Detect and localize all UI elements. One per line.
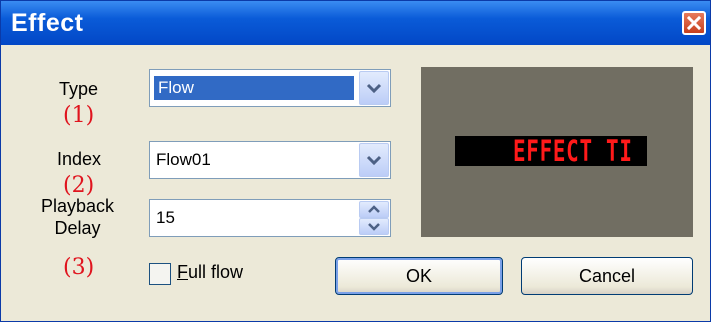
- playback-delay-spinner[interactable]: 15: [149, 199, 391, 237]
- chevron-down-icon: [366, 155, 382, 166]
- index-dropdown-button[interactable]: [359, 143, 389, 177]
- full-flow-label-rest: ull flow: [188, 262, 244, 282]
- index-dropdown[interactable]: Flow01: [149, 141, 391, 179]
- full-flow-checkbox[interactable]: [149, 263, 171, 285]
- playback-delay-label-line2: Delay: [54, 218, 101, 238]
- type-dropdown[interactable]: Flow: [149, 69, 391, 107]
- full-flow-mnemonic: F: [177, 262, 188, 282]
- close-icon: [686, 15, 702, 31]
- full-flow-label[interactable]: Full flow: [177, 262, 243, 283]
- playback-delay-label: Playback Delay: [41, 195, 114, 239]
- ok-button[interactable]: OK: [335, 257, 503, 295]
- index-label: Index: [57, 149, 102, 169]
- title-bar[interactable]: Effect: [1, 1, 710, 45]
- close-button[interactable]: [682, 11, 706, 35]
- type-label: Type: [59, 79, 99, 99]
- chevron-down-icon: [366, 83, 382, 94]
- arrow-down-icon: [368, 223, 380, 231]
- annotation-mark-3: (3): [63, 255, 95, 280]
- index-value: Flow01: [156, 150, 211, 169]
- arrow-up-icon: [368, 205, 380, 213]
- type-value: Flow: [154, 76, 354, 100]
- annotation-mark-1: (1): [63, 103, 95, 128]
- preview-text: EFFECT TI: [513, 136, 633, 166]
- cancel-button[interactable]: Cancel: [521, 257, 693, 295]
- spinner-buttons: [359, 201, 389, 235]
- spin-down-button[interactable]: [359, 218, 389, 235]
- playback-delay-value: 15: [156, 208, 175, 227]
- effect-preview-panel: EFFECT TI: [421, 67, 693, 237]
- dialog-body: Type (1) Flow Index (2) Flow01 Playback …: [1, 45, 710, 321]
- effect-dialog: Effect Type (1) Flow Index (2) Flow01 Pl…: [0, 0, 711, 322]
- spin-up-button[interactable]: [359, 201, 389, 218]
- type-dropdown-button[interactable]: [359, 71, 389, 105]
- preview-ticker: EFFECT TI: [455, 136, 647, 166]
- window-title: Effect: [11, 9, 84, 37]
- playback-delay-label-line1: Playback: [41, 196, 115, 216]
